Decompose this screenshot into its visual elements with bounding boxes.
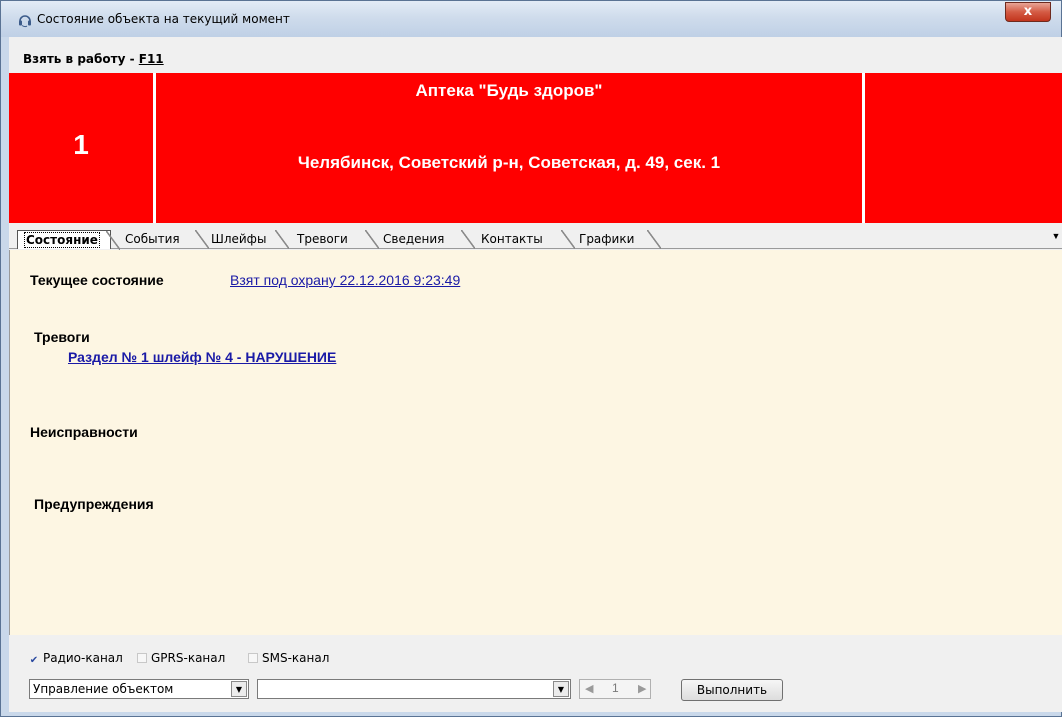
object-name: Аптека "Будь здоров" [415, 81, 603, 100]
window-title: Состояние объекта на текущий момент [37, 12, 290, 26]
alarm-item-link[interactable]: Раздел № 1 шлейф № 4 - НАРУШЕНИЕ [68, 349, 336, 365]
radio-channel-checkbox[interactable]: ✔ Радио-канал [29, 651, 123, 666]
tab-label: Состояние [24, 232, 100, 248]
tab-info[interactable]: Сведения [377, 230, 475, 249]
state-panel: Текущее состояние Взят под охрану 22.12.… [9, 250, 1062, 635]
take-in-work-label: Взять в работу - [23, 52, 139, 66]
checkbox-label: Радио-канал [43, 651, 123, 665]
tab-label: Тревоги [297, 232, 348, 246]
checkbox-box [137, 653, 147, 663]
tab-label: Контакты [481, 232, 543, 246]
chevron-down-icon[interactable]: ▼ [231, 681, 247, 697]
take-in-work-hotkey: F11 [138, 52, 164, 66]
faults-label: Неисправности [30, 424, 138, 440]
chevron-left-icon[interactable]: ◀ [585, 682, 593, 695]
window: Состояние объекта на текущий момент x Вз… [0, 0, 1062, 717]
tab-label: Шлейфы [211, 232, 267, 246]
checkbox-label: SMS-канал [262, 651, 330, 665]
tab-scroll-down-icon[interactable]: ▼ [1049, 227, 1062, 245]
object-header: 1 Аптека "Будь здоров" Челябинск, Советс… [9, 73, 1062, 223]
tab-charts[interactable]: Графики [573, 230, 661, 249]
close-icon: x [1023, 4, 1033, 19]
tab-label: События [125, 232, 180, 246]
tab-alarms[interactable]: Тревоги [291, 230, 379, 249]
tab-contacts[interactable]: Контакты [475, 230, 575, 249]
tab-label: Сведения [383, 232, 445, 246]
object-address: Челябинск, Советский р-н, Советская, д. … [297, 153, 721, 172]
tab-loops[interactable]: Шлейфы [205, 230, 289, 249]
checkmark-icon: ✔ [29, 655, 39, 666]
alarms-label: Тревоги [34, 329, 90, 345]
sms-channel-checkbox[interactable]: SMS-канал [248, 651, 329, 665]
command-select[interactable]: ▼ [257, 679, 571, 699]
chevron-right-icon[interactable]: ▶ [638, 682, 646, 695]
counter-stepper[interactable]: ◀ 1 ▶ [579, 679, 651, 699]
title-bar[interactable]: Состояние объекта на текущий момент x [1, 1, 1061, 37]
action-select[interactable]: Управление объектом ▼ [29, 679, 249, 699]
take-in-work-button[interactable]: Взять в работу - F11 [23, 52, 164, 66]
close-button[interactable]: x [1005, 2, 1051, 22]
tab-state[interactable]: Состояние [17, 230, 120, 250]
current-state-label: Текущее состояние [30, 272, 164, 288]
current-state-link[interactable]: Взят под охрану 22.12.2016 9:23:49 [230, 272, 460, 288]
checkbox-label: GPRS-канал [151, 651, 226, 665]
headset-icon [19, 15, 31, 28]
header-divider [862, 73, 865, 223]
tab-events[interactable]: События [119, 230, 209, 249]
tab-bar: Состояние События Шлейфы Тревоги Сведени… [9, 223, 1062, 250]
gprs-channel-checkbox[interactable]: GPRS-канал [137, 651, 225, 665]
chevron-down-icon[interactable]: ▼ [553, 681, 569, 697]
toolbar: Взять в работу - F11 [9, 47, 1062, 71]
client-area: Взять в работу - F11 1 Аптека "Будь здор… [9, 37, 1062, 712]
execute-button[interactable]: Выполнить [681, 679, 783, 701]
action-select-value: Управление объектом [33, 682, 174, 696]
counter-value: 1 [612, 681, 619, 695]
object-number: 1 [73, 129, 89, 160]
bottom-controls: ✔ Радио-канал GPRS-канал SMS-канал Управл… [9, 635, 1062, 712]
warnings-label: Предупреждения [34, 496, 154, 512]
checkbox-box [248, 653, 258, 663]
tab-label: Графики [579, 232, 635, 246]
